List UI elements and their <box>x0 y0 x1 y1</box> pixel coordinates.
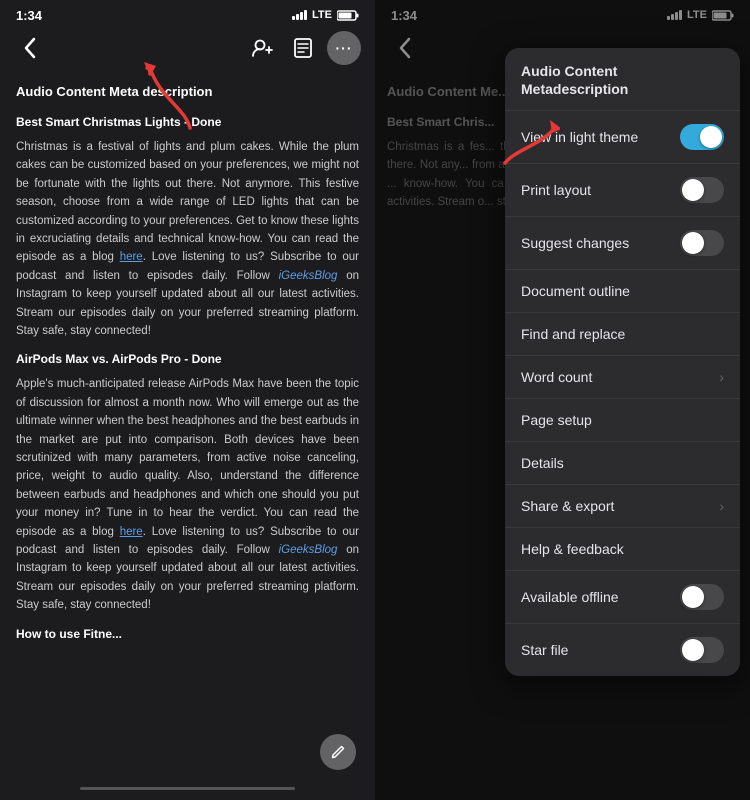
menu-item-label-suggest-changes: Suggest changes <box>521 235 629 251</box>
menu-item-details[interactable]: Details <box>505 442 740 485</box>
section3-title: How to use Fitne... <box>16 625 359 644</box>
arrow-indicator <box>140 58 195 138</box>
menu-item-label-document-outline: Document outline <box>521 283 630 299</box>
menu-item-label-print-layout: Print layout <box>521 182 591 198</box>
menu-item-right-print-layout <box>680 177 724 203</box>
available-offline-toggle-knob <box>682 586 704 608</box>
menu-item-available-offline[interactable]: Available offline <box>505 571 740 624</box>
edit-fab[interactable] <box>320 734 356 770</box>
section2-brand: iGeeksBlog <box>279 544 338 556</box>
menu-item-label-page-setup: Page setup <box>521 412 592 428</box>
doc-icon[interactable] <box>287 32 319 64</box>
bottom-line <box>80 787 295 790</box>
menu-item-help-feedback[interactable]: Help & feedback <box>505 528 740 571</box>
left-status-bar: 1:34 LTE <box>0 0 375 28</box>
battery-icon <box>337 10 359 21</box>
left-network: LTE <box>312 9 332 21</box>
toolbar-right: ··· <box>247 31 361 65</box>
menu-item-right-view-light-theme <box>680 124 724 150</box>
suggest-changes-toggle[interactable] <box>680 230 724 256</box>
menu-item-label-share-export: Share & export <box>521 498 614 514</box>
menu-item-label-word-count: Word count <box>521 369 592 385</box>
suggest-changes-toggle-knob <box>682 232 704 254</box>
section2-link1[interactable]: here <box>120 526 143 538</box>
menu-header-title: Audio ContentMetadescription <box>521 62 724 98</box>
word-count-chevron: › <box>719 369 724 385</box>
left-status-right: LTE <box>292 9 359 21</box>
right-arrow-indicator <box>495 115 560 175</box>
star-file-toggle-knob <box>682 639 704 661</box>
signal-bar-2 <box>296 14 299 20</box>
section1-brand: iGeeksBlog <box>279 270 338 282</box>
section2-para1: Apple's much-anticipated release AirPods… <box>16 375 359 614</box>
menu-item-document-outline[interactable]: Document outline <box>505 270 740 313</box>
menu-item-right-star-file <box>680 637 724 663</box>
left-doc-content: Audio Content Meta description Best Smar… <box>0 72 375 787</box>
menu-item-word-count[interactable]: Word count › <box>505 356 740 399</box>
menu-item-right-word-count: › <box>719 369 724 385</box>
menu-item-right-available-offline <box>680 584 724 610</box>
menu-item-right-share-export: › <box>719 498 724 514</box>
menu-item-label-star-file: Star file <box>521 642 568 658</box>
menu-item-page-setup[interactable]: Page setup <box>505 399 740 442</box>
left-time: 1:34 <box>16 8 42 23</box>
add-person-button[interactable] <box>247 32 279 64</box>
back-button[interactable] <box>14 32 46 64</box>
menu-item-right-suggest-changes <box>680 230 724 256</box>
section1-para1: Christmas is a festival of lights and pl… <box>16 138 359 340</box>
menu-item-share-export[interactable]: Share & export › <box>505 485 740 528</box>
section1-link1[interactable]: here <box>120 251 143 263</box>
menu-item-label-find-replace: Find and replace <box>521 326 625 342</box>
menu-item-star-file[interactable]: Star file <box>505 624 740 676</box>
signal-bar-1 <box>292 16 295 20</box>
menu-header: Audio ContentMetadescription <box>505 48 740 111</box>
share-export-chevron: › <box>719 498 724 514</box>
star-file-toggle[interactable] <box>680 637 724 663</box>
toggle-knob <box>700 126 722 148</box>
menu-item-find-replace[interactable]: Find and replace <box>505 313 740 356</box>
signal-bars <box>292 10 307 20</box>
menu-item-label-help-feedback: Help & feedback <box>521 541 624 557</box>
print-layout-toggle[interactable] <box>680 177 724 203</box>
menu-item-label-available-offline: Available offline <box>521 589 619 605</box>
signal-bar-3 <box>300 12 303 20</box>
available-offline-toggle[interactable] <box>680 584 724 610</box>
more-button[interactable]: ··· <box>327 31 361 65</box>
right-panel: 1:34 LTE Audio Content Me... Bes <box>375 0 750 800</box>
section2-title: AirPods Max vs. AirPods Pro - Done <box>16 350 359 369</box>
print-layout-toggle-knob <box>682 179 704 201</box>
more-dots: ··· <box>336 40 353 56</box>
signal-bar-4 <box>304 10 307 20</box>
menu-item-label-details: Details <box>521 455 564 471</box>
view-light-theme-toggle[interactable] <box>680 124 724 150</box>
menu-item-suggest-changes[interactable]: Suggest changes <box>505 217 740 270</box>
